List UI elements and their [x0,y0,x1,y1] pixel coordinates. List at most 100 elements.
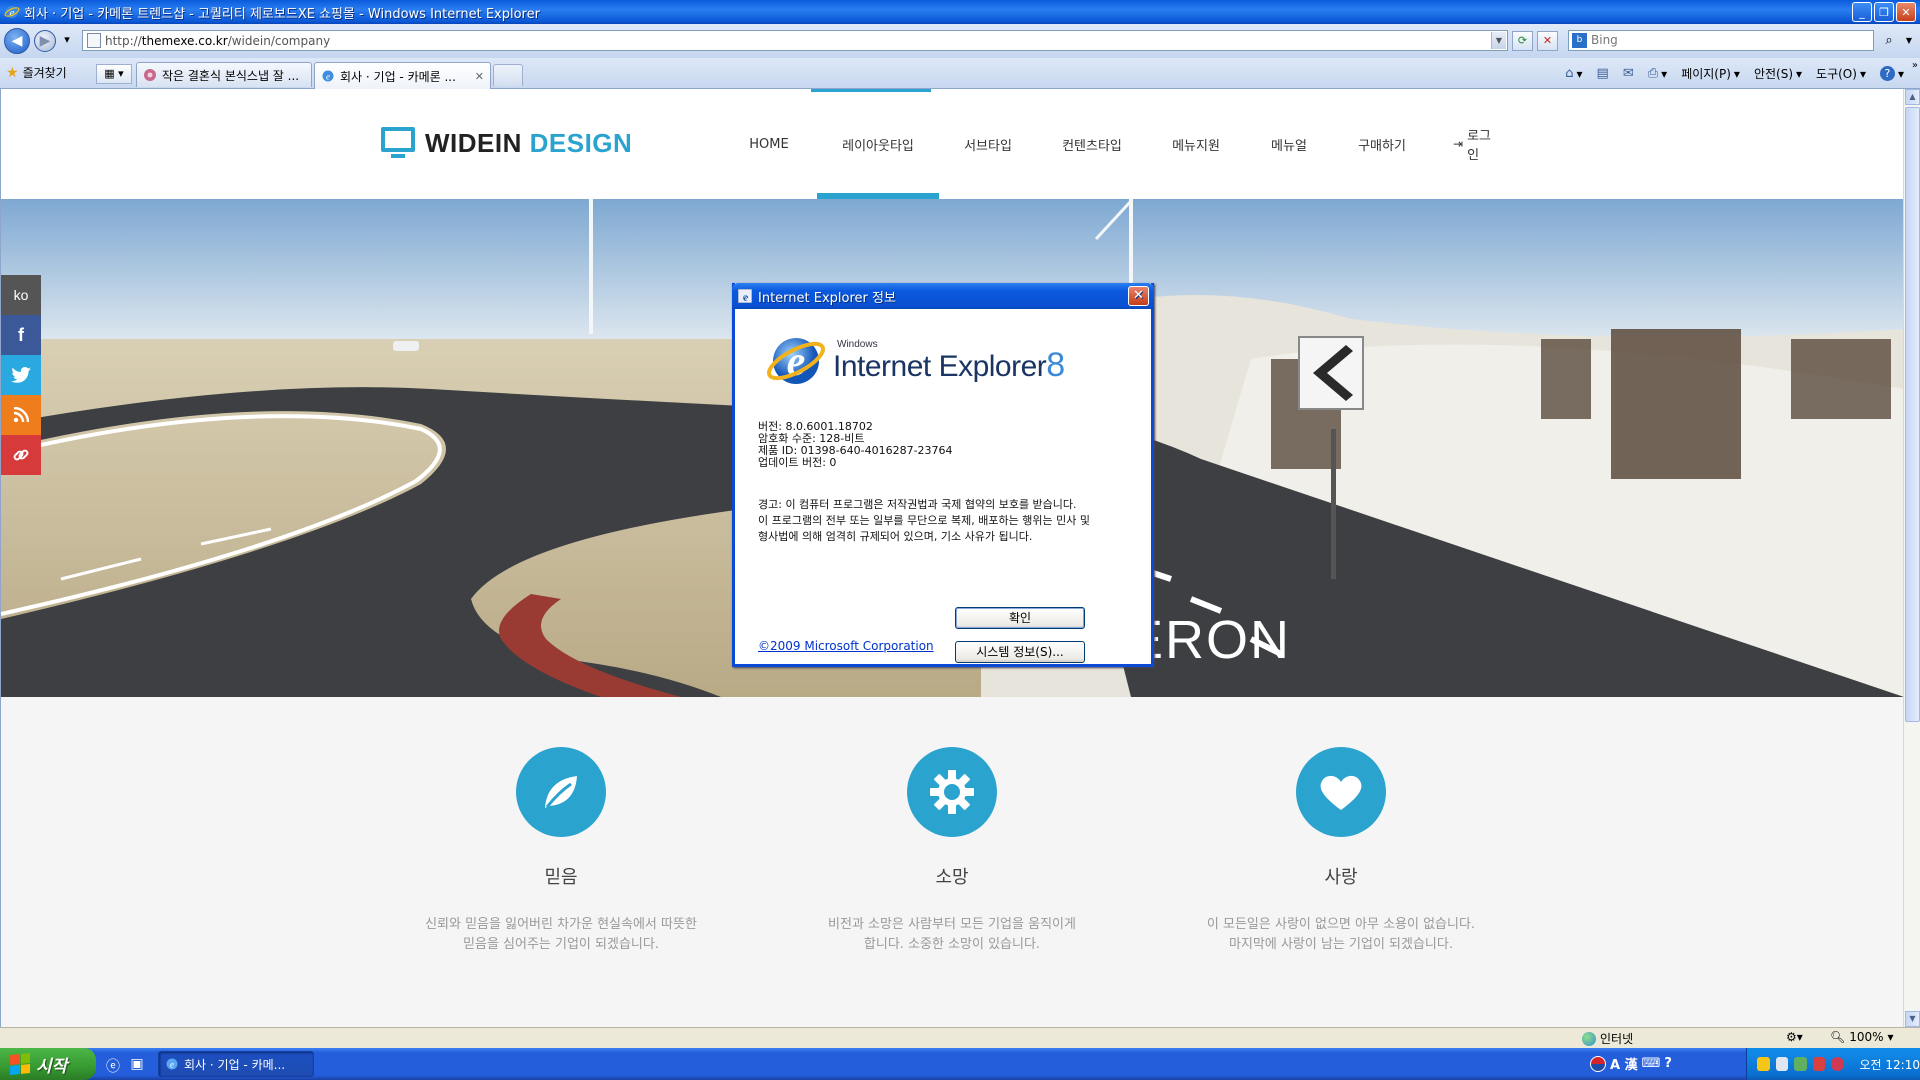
command-bar: ⌂ ▾ ▤ ✉ ⎙ ▾ 페이지(P) ▾ 안전(S) ▾ 도구(O) ▾ ? ▾ [1565,65,1904,82]
print-button[interactable]: ⎙ ▾ [1648,66,1667,81]
history-dropdown[interactable]: ▾ [60,31,74,51]
system-info-button[interactable]: 시스템 정보(S)... [955,641,1085,663]
features-section: 믿음 신뢰와 믿음을 잃어버린 차가운 현실속에서 따뜻한 믿음을 심어주는 기업… [1,697,1903,1027]
vertical-scrollbar[interactable]: ▲ ▼ [1903,89,1920,1027]
search-input[interactable]: b Bing [1568,30,1874,51]
quicklaunch-ie-icon[interactable]: ⓔ [104,1056,122,1075]
antivirus-icon[interactable] [1812,1057,1825,1071]
printer-icon: ⎙ [1647,66,1659,81]
favorites-button[interactable]: ★ 즐겨찾기 [6,64,67,81]
mail-icon: ✉ [1622,66,1634,81]
feature-love: 사랑 이 모든일은 사랑이 없으면 아무 소용이 없습니다. 마지막에 사랑이 남… [1191,747,1491,955]
safety-menu-label: 안전(S) [1753,67,1794,81]
zoom-control[interactable]: 🔍︎ 100% ▾ [1830,1030,1894,1044]
menu-item-manual[interactable]: 메뉴얼 [1245,89,1333,199]
ok-button[interactable]: 확인 [955,607,1085,629]
scroll-thumb[interactable] [1905,107,1920,722]
facebook-button[interactable]: f [1,315,41,355]
tools-menu-label: 도구(O) [1816,67,1857,81]
tab-label: 회사 · 기업 - 카메론 ... [340,69,456,84]
network-icon[interactable] [1775,1057,1788,1071]
page-menu[interactable]: 페이지(P) ▾ [1681,65,1740,82]
address-bar[interactable]: http://themexe.co.kr/widein/company ▼ [82,30,1508,51]
search-options-dropdown[interactable]: ▼ [1902,31,1916,51]
warning-line: 경고: 이 컴퓨터 프로그램은 저작권법과 국제 협약의 보호를 받습니다. [758,498,1077,511]
shield-icon[interactable] [1757,1057,1770,1071]
gear-icon [930,770,974,814]
feature-title: 사랑 [1324,867,1358,888]
dialog-title: Internet Explorer 정보 [758,290,896,306]
scroll-up-button[interactable]: ▲ [1905,89,1920,105]
tab-company[interactable]: e 회사 · 기업 - 카메론 ... ✕ [314,62,491,89]
dialog-title-bar[interactable]: e Internet Explorer 정보 ✕ [732,283,1154,309]
favorites-tab-bar: ★ 즐겨찾기 ▦ ▾ 작은 결혼식 본식스냅 잘 ... e 회사 · 기업 -… [0,58,1920,89]
page-menu-label: 페이지(P) [1681,67,1731,81]
feature-icon-circle [907,747,997,837]
tab-wedding-snap[interactable]: 작은 결혼식 본식스냅 잘 ... [136,62,312,87]
menu-item-login[interactable]: ⇥ 로그인 [1431,89,1519,199]
address-dropdown[interactable]: ▼ [1491,32,1506,49]
warning-line: 형사법에 의해 엄격히 규제되어 있으며, 기소 사유가 됩니다. [758,530,1033,543]
warning-line: 이 프로그램의 전부 또는 일부를 무단으로 복제, 배포하는 행위는 민사 및 [758,514,1090,527]
menu-item-home[interactable]: HOME [721,89,817,199]
volume-icon[interactable] [1794,1057,1807,1071]
language-button[interactable]: ko [1,275,41,315]
menu-item-layout-type[interactable]: 레이아웃타입 [817,89,939,199]
update-icon[interactable] [1831,1057,1844,1071]
scroll-down-button[interactable]: ▼ [1905,1011,1920,1027]
page-icon [87,33,101,48]
home-button[interactable]: ⌂ ▾ [1565,66,1582,81]
clock[interactable]: 오전 12:10 [1860,1056,1920,1073]
svg-text:e: e [326,72,330,82]
windows-flag-icon [10,1052,30,1076]
chevron-more-icon[interactable]: » [1912,60,1918,71]
twitter-button[interactable] [1,355,41,395]
mail-button[interactable]: ✉ [1623,66,1634,81]
menu-item-menu-support[interactable]: 메뉴지원 [1147,89,1245,199]
svg-text:e: e [170,1060,174,1070]
close-tab-button[interactable]: ✕ [467,70,484,83]
tools-menu[interactable]: 도구(O) ▾ [1816,65,1866,82]
window-title-bar[interactable]: e 회사 · 기업 - 카메론 트렌드샵 - 고퀄리티 제로보드XE 쇼핑몰 -… [0,0,1920,24]
korean-flag-icon [1590,1055,1606,1072]
new-tab-button[interactable] [493,64,523,86]
zone-label: 인터넷 [1600,1032,1634,1046]
link-button[interactable] [1,435,41,475]
protected-mode-button[interactable]: ⚙▾ [1786,1030,1803,1044]
taskbar-ie-window[interactable]: e 회사 · 기업 - 카메... [158,1051,314,1077]
feeds-button[interactable]: ▤ [1597,66,1609,81]
maximize-button[interactable]: ❐ [1874,2,1894,22]
feature-icon-circle [1296,747,1386,837]
search-button[interactable]: ⌕ [1878,31,1900,51]
stop-button[interactable]: ✕ [1537,31,1558,51]
zoom-level: 100% [1849,1030,1884,1044]
tab-label: 작은 결혼식 본식스냅 잘 ... [162,68,300,83]
monitor-icon [381,127,415,159]
feature-title: 소망 [935,867,969,888]
menu-item-purchase[interactable]: 구매하기 [1333,89,1431,199]
language-bar[interactable]: A 漢 ⌨ ? [1590,1054,1672,1073]
forward-button[interactable]: ▶ [34,30,56,52]
microsoft-copyright-link[interactable]: ©2009 Microsoft Corporation [758,639,934,653]
safety-menu[interactable]: 안전(S) ▾ [1754,65,1802,82]
menu-item-sub-type[interactable]: 서브타입 [939,89,1037,199]
address-toolbar: ◀ ▶ ▾ http://themexe.co.kr/widein/compan… [0,24,1920,58]
menu-item-content-type[interactable]: 컨텐츠타입 [1037,89,1147,199]
feature-faith: 믿음 신뢰와 믿음을 잃어버린 차가운 현실속에서 따뜻한 믿음을 심어주는 기업… [411,747,711,955]
quick-tabs-button[interactable]: ▦ ▾ [96,64,132,84]
help-menu[interactable]: ? ▾ [1879,66,1904,81]
url-prefix: http:// [105,33,142,48]
dialog-close-button[interactable]: ✕ [1128,286,1149,306]
security-zone[interactable]: 인터넷 [1582,1030,1633,1047]
close-icon: ✕ [1133,288,1144,303]
site-logo[interactable]: WIDEIN DESIGN [381,127,632,159]
quicklaunch-desktop-icon[interactable]: ▣ [128,1056,146,1074]
ime-icon: ⌨ [1641,1056,1661,1071]
compat-view-button[interactable]: ⟳ [1512,31,1533,51]
login-icon: ⇥ [1453,137,1464,151]
start-button[interactable]: 시작 [0,1048,96,1080]
back-button[interactable]: ◀ [4,28,30,54]
minimize-button[interactable]: _ [1852,2,1872,22]
rss-button[interactable] [1,395,41,435]
close-window-button[interactable]: ✕ [1896,2,1916,22]
